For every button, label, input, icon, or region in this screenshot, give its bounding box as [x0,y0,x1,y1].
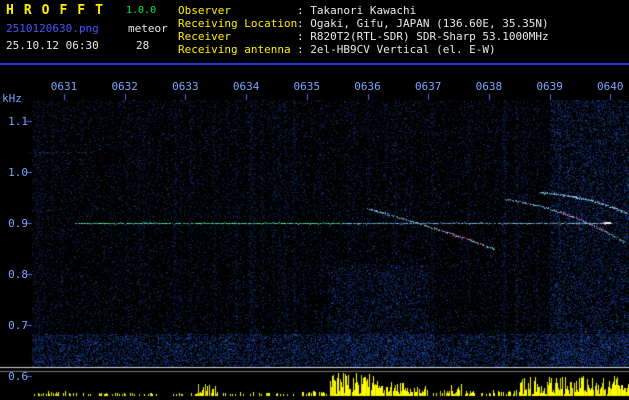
info-value: : 2el-HB9CV Vertical (el. E-W) [297,43,496,56]
info-label: Observer [178,4,231,17]
spectrogram-canvas [0,0,629,400]
info-row-antenna: Receiving antenna : 2el-HB9CV Vertical (… [178,43,549,56]
info-row-observer: Observer : Takanori Kawachi [178,4,549,17]
station-info: Observer : Takanori Kawachi Receiving Lo… [178,4,549,56]
hrofft-screen: HROFFT 1.0.0 2510120630.png meteor 25.10… [0,0,629,400]
info-label: Receiving Location [178,17,298,30]
info-value: : R820T2(RTL-SDR) SDR-Sharp 53.1000MHz [297,30,549,43]
info-label: Receiving antenna [178,43,291,56]
info-row-location: Receiving Location : Ogaki, Gifu, JAPAN … [178,17,549,30]
info-value: : Ogaki, Gifu, JAPAN (136.60E, 35.35N) [297,17,549,30]
info-value: : Takanori Kawachi [297,4,417,17]
info-row-receiver: Receiver : R820T2(RTL-SDR) SDR-Sharp 53.… [178,30,549,43]
info-label: Receiver [178,30,231,43]
